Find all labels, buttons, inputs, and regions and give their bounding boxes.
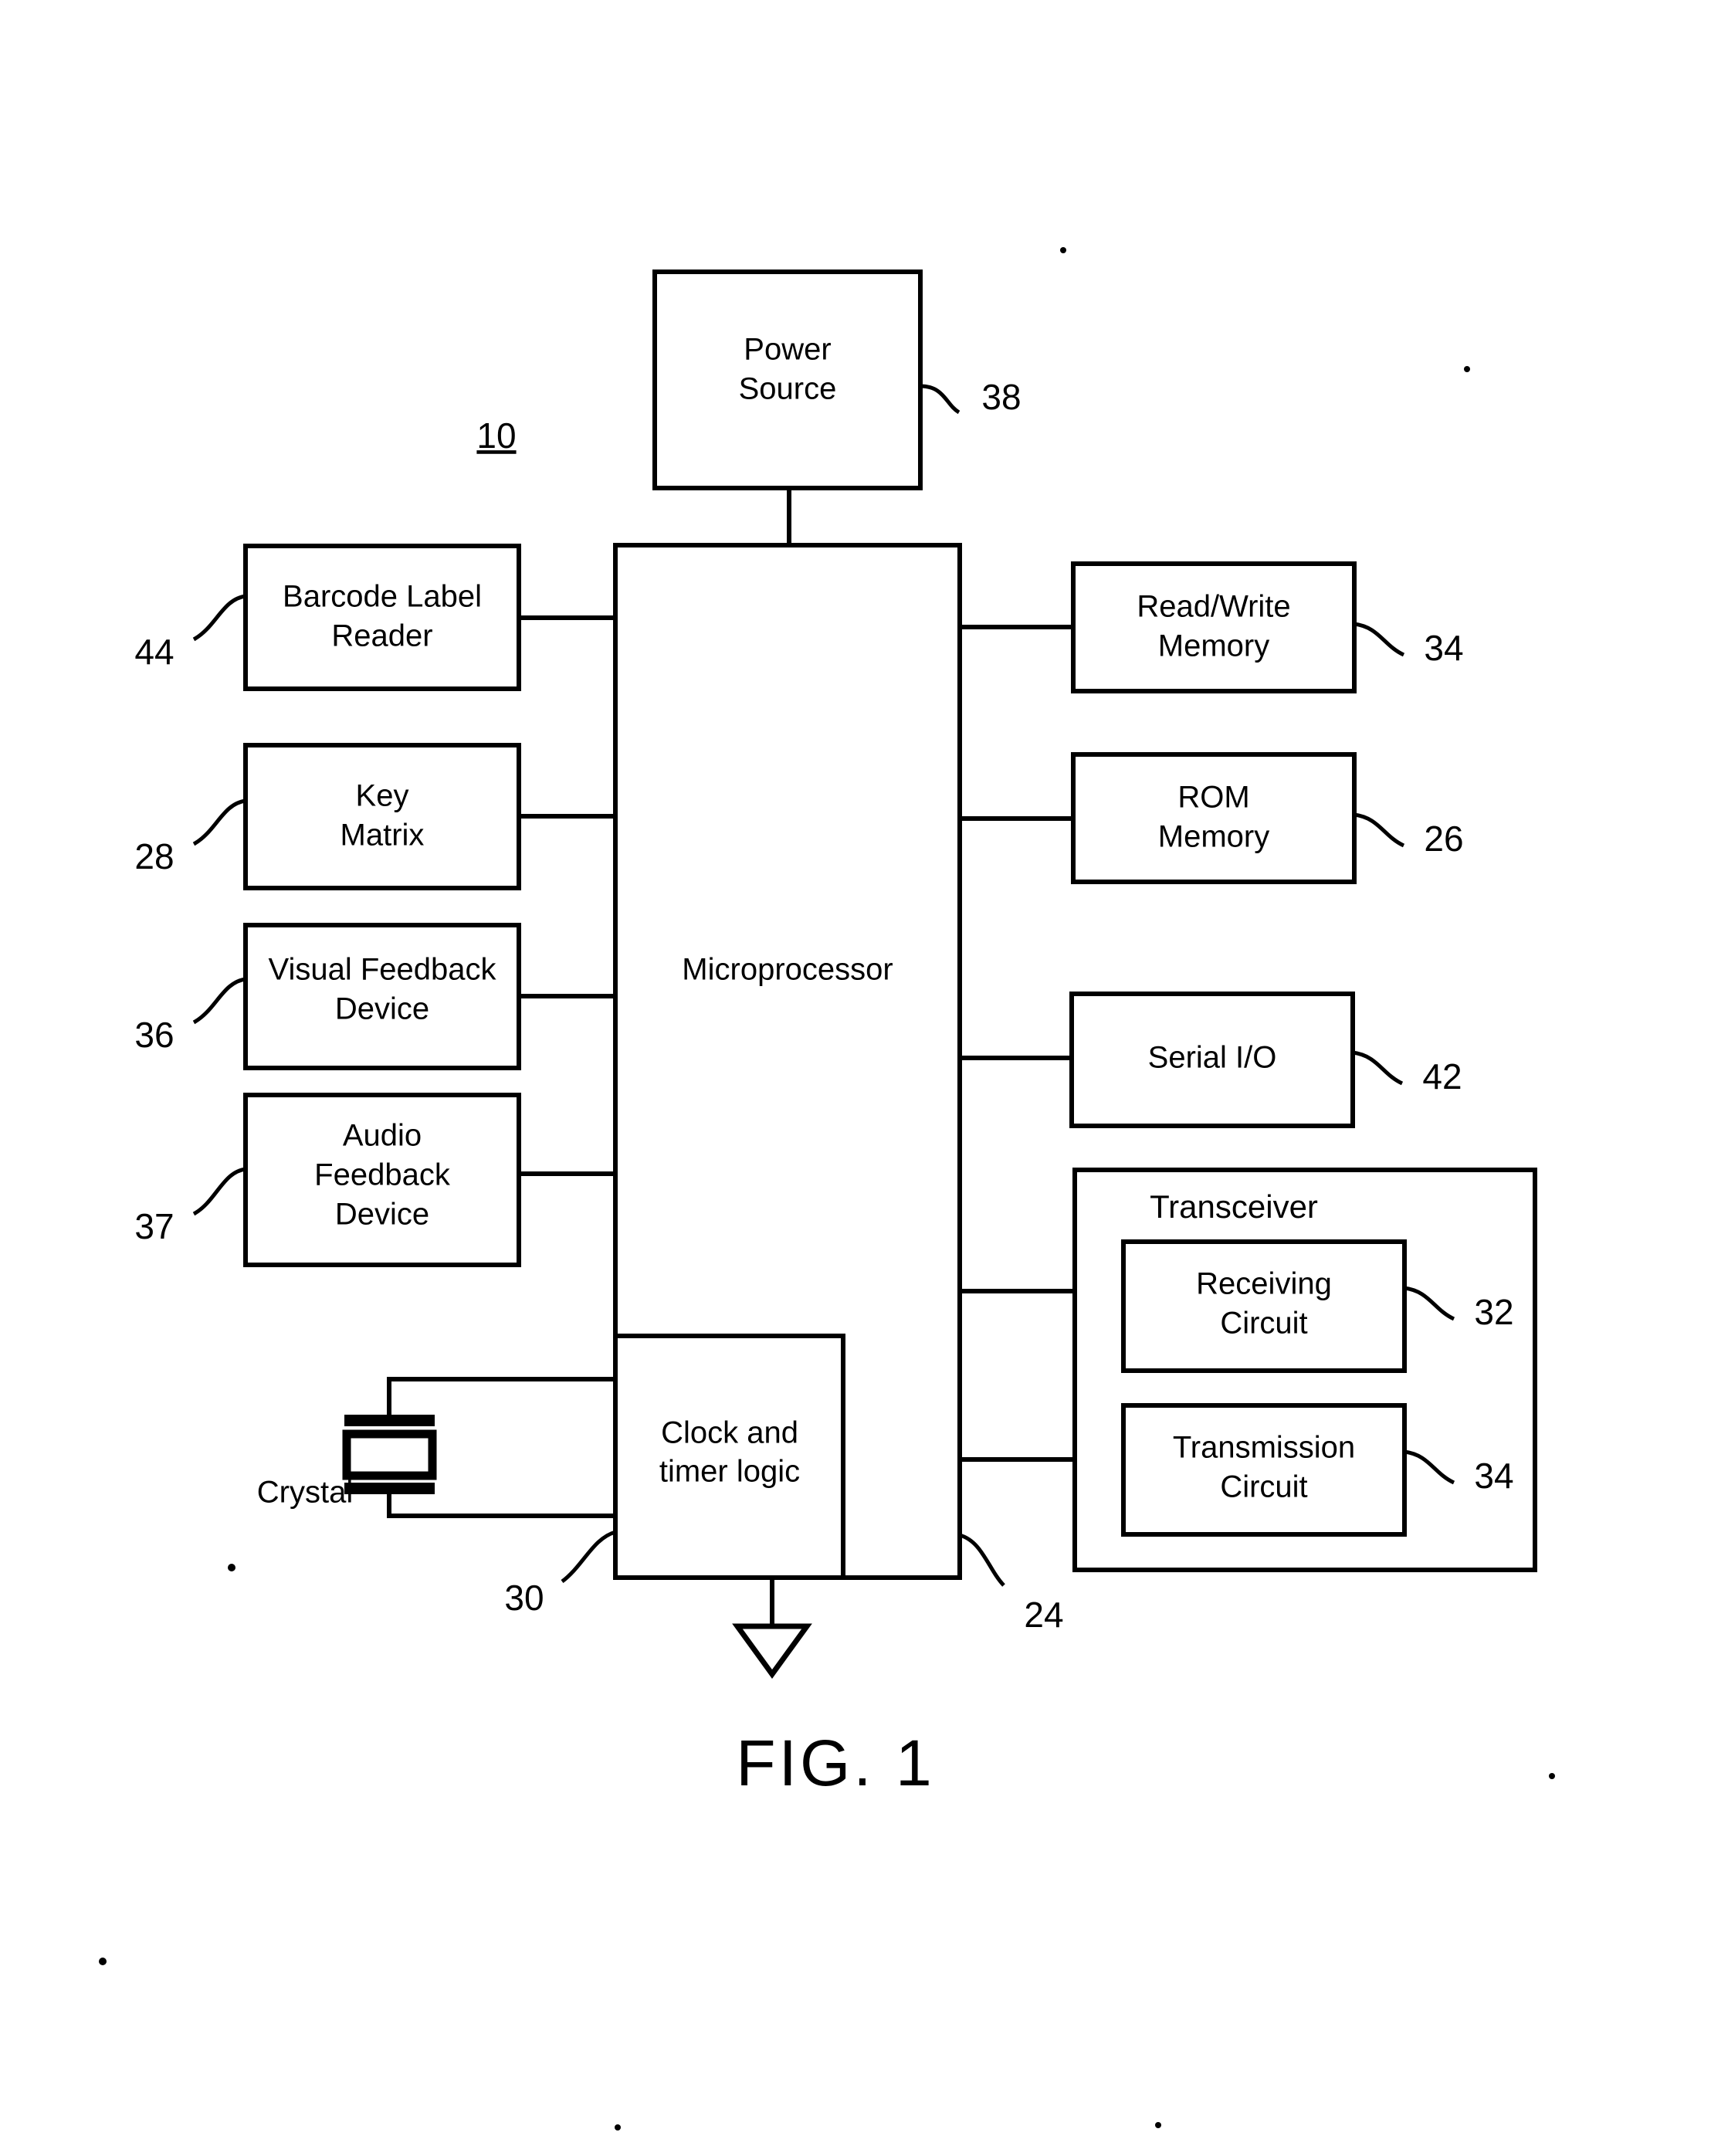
rom-memory-label-line1: ROM (1177, 781, 1249, 815)
transceiver-label: Transceiver (1150, 1188, 1318, 1225)
key-matrix-box (243, 743, 521, 890)
assembly-reference-10: 10 (476, 415, 516, 456)
leader-line-42 (1352, 1050, 1404, 1086)
figure-caption: FIG. 1 (736, 1727, 934, 1799)
reference-numeral-44: 44 (134, 632, 174, 672)
microprocessor-label: Microprocessor (682, 953, 893, 987)
read-write-memory-label-line2: Memory (1158, 629, 1269, 663)
leader-line-38 (920, 384, 961, 415)
rom-memory-box (1071, 752, 1357, 884)
barcode-label-reader-box (243, 544, 521, 691)
figure-1-block-diagram: Power Source 38 10 Microprocessor 24 Clo… (99, 247, 1555, 2131)
leader-line-44 (192, 594, 246, 642)
reference-numeral-38: 38 (981, 377, 1021, 417)
reference-numeral-24: 24 (1024, 1595, 1063, 1635)
visual-feedback-label-line2: Device (335, 992, 429, 1026)
leader-line-24 (959, 1533, 1005, 1587)
wire-crystal-top (387, 1377, 615, 1415)
crystal-label: Crystal (257, 1476, 353, 1510)
read-write-memory-box (1071, 561, 1357, 693)
ground-symbol-icon (732, 1623, 812, 1679)
reference-numeral-34-memory: 34 (1424, 628, 1463, 668)
transmission-circuit-label-line1: Transmission (1173, 1431, 1355, 1465)
reference-numeral-30: 30 (504, 1578, 544, 1618)
receiving-circuit-label-line2: Circuit (1220, 1307, 1307, 1341)
audio-feedback-label-line3: Device (335, 1198, 429, 1232)
visual-feedback-label-line1: Visual Feedback (269, 953, 497, 987)
reference-numeral-26: 26 (1424, 819, 1463, 859)
scan-speck (615, 2124, 621, 2131)
clock-timer-label-line1: Clock and (661, 1416, 798, 1450)
audio-feedback-label-line1: Audio (343, 1119, 422, 1153)
leader-line-37 (192, 1167, 246, 1216)
reference-numeral-36: 36 (134, 1015, 174, 1055)
receiving-circuit-label-line1: Receiving (1196, 1267, 1332, 1301)
serial-io-label: Serial I/O (1148, 1041, 1277, 1075)
crystal-symbol-icon (342, 1415, 437, 1494)
reference-numeral-32: 32 (1474, 1292, 1513, 1332)
scan-speck (1060, 247, 1066, 253)
scan-speck (1464, 366, 1470, 372)
reference-numeral-34-transmission: 34 (1474, 1456, 1513, 1496)
leader-line-34-memory (1354, 622, 1405, 657)
leader-line-26 (1354, 812, 1405, 848)
reference-numeral-42: 42 (1422, 1056, 1462, 1097)
leader-line-28 (192, 798, 246, 846)
read-write-memory-label-line1: Read/Write (1137, 590, 1290, 624)
scan-speck (99, 1958, 107, 1965)
clock-timer-label-line2: timer logic (659, 1455, 800, 1489)
audio-feedback-label-line2: Feedback (314, 1158, 451, 1192)
key-matrix-label-line1: Key (356, 779, 409, 813)
patent-figure-page: Power Source 38 10 Microprocessor 24 Clo… (0, 0, 1711, 2156)
leader-line-30 (561, 1530, 616, 1584)
barcode-reader-label-line1: Barcode Label (283, 580, 482, 614)
power-source-label-line1: Power (744, 333, 831, 367)
reference-numeral-37: 37 (134, 1206, 174, 1246)
transmission-circuit-label-line2: Circuit (1220, 1470, 1307, 1504)
power-source-label-line2: Source (739, 372, 837, 406)
scan-speck (228, 1564, 235, 1571)
scan-speck (1155, 2122, 1161, 2128)
leader-line-36 (192, 977, 246, 1025)
rom-memory-label-line2: Memory (1158, 820, 1269, 854)
barcode-reader-label-line2: Reader (331, 619, 432, 653)
key-matrix-label-line2: Matrix (341, 819, 425, 853)
reference-numeral-28: 28 (134, 836, 174, 876)
scan-speck (1549, 1773, 1555, 1779)
